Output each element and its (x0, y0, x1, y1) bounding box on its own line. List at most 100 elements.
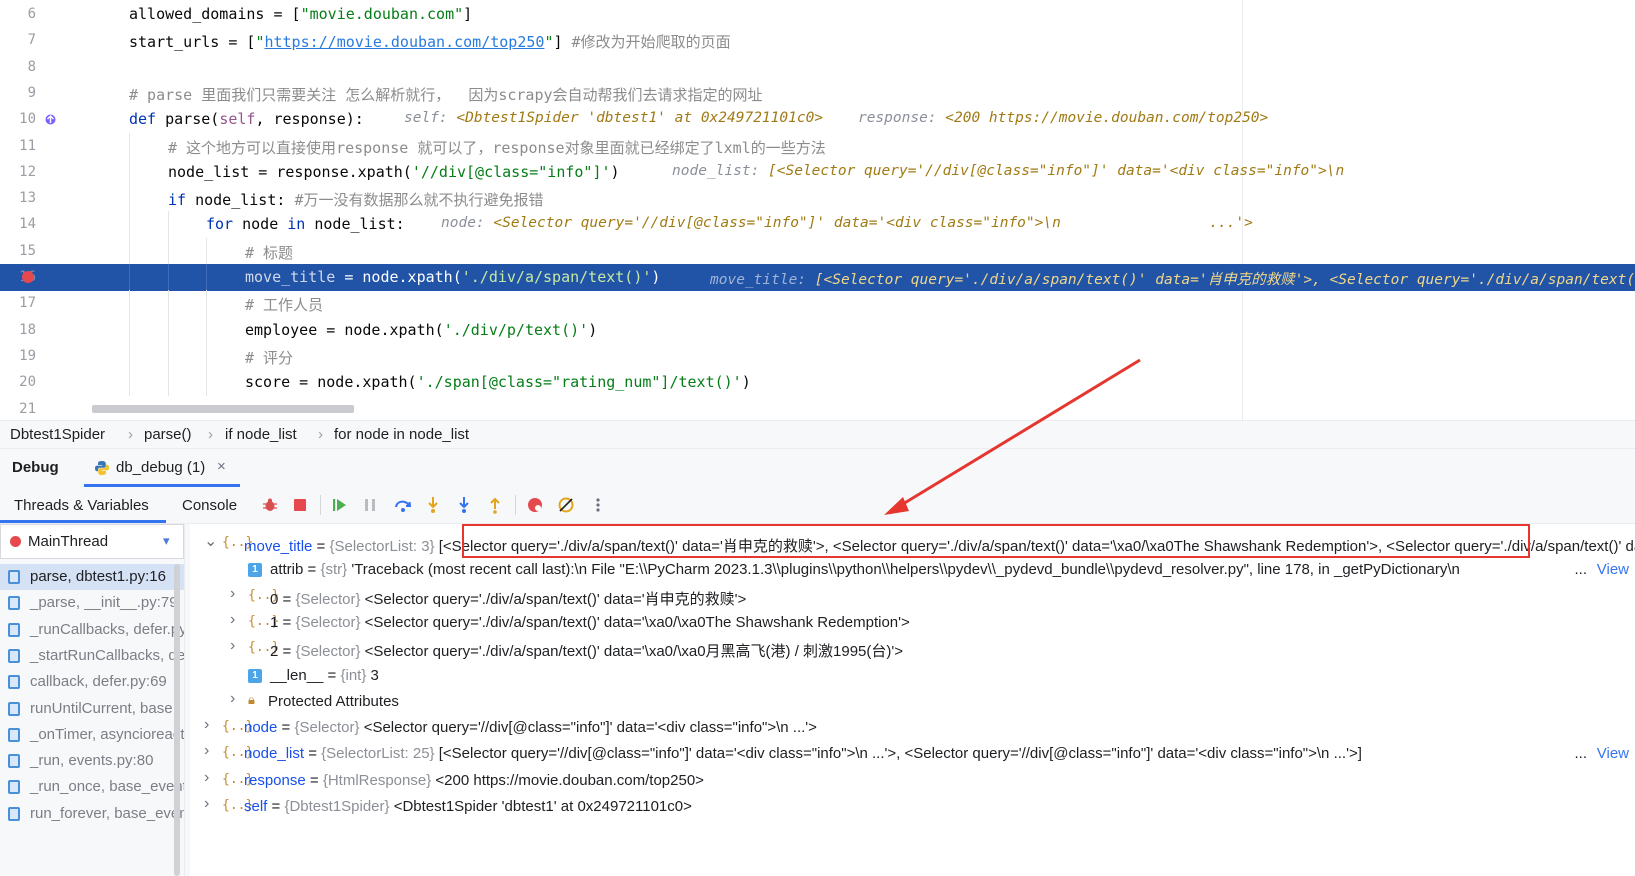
step-into-icon[interactable] (423, 495, 443, 515)
tab-console[interactable]: Console (182, 497, 237, 514)
stack-frame[interactable]: run_forever, base_events (0, 801, 184, 827)
tab-threads-variables[interactable]: Threads & Variables (14, 497, 149, 514)
breadcrumb-for[interactable]: for node in node_list (334, 426, 469, 443)
line-number[interactable]: 19 (0, 348, 36, 364)
close-icon[interactable]: × (217, 458, 226, 475)
resume-icon[interactable] (330, 495, 350, 515)
editor-horizontal-scrollbar[interactable] (92, 405, 354, 413)
code-line[interactable]: 10 def parse(self, response): self: <Dbtes… (0, 106, 1635, 133)
code-text[interactable]: # 评分 (245, 347, 293, 368)
override-method-icon[interactable] (44, 113, 57, 126)
variable-row[interactable]: › {..} node_list = {SelectorList: 25} [<Se… (190, 741, 1635, 767)
line-number[interactable]: 7 (0, 32, 36, 48)
code-editor[interactable]: 6 allowed_domains = ["movie.douban.com"] 7… (0, 0, 1635, 438)
chevron-right-icon[interactable]: › (230, 690, 235, 708)
code-line[interactable]: 6 allowed_domains = ["movie.douban.com"] (0, 1, 1635, 28)
code-text[interactable]: # 工作人员 (245, 294, 323, 315)
inline-debug-value[interactable]: move_title: [<Selector query='./div/a/sp… (710, 268, 1635, 289)
variable-row[interactable]: › 🔒︎ Protected Attributes (190, 689, 1635, 715)
line-number[interactable]: 20 (0, 374, 36, 390)
code-text[interactable]: start_urls = ["https://movie.douban.com/… (129, 31, 731, 52)
chevron-right-icon[interactable]: › (204, 769, 209, 787)
breadcrumb-method[interactable]: parse() (144, 426, 192, 443)
code-text[interactable]: if node_list: #万一没有数据那么就不执行避免报错 (168, 189, 543, 210)
inline-debug-value[interactable]: node_list: [<Selector query='//div[@clas… (672, 163, 1344, 179)
stack-frame[interactable]: _onTimer, asyncioreactor (0, 722, 184, 748)
code-line[interactable]: 18 employee = node.xpath('./div/p/text()'… (0, 316, 1635, 344)
line-number[interactable]: 14 (0, 216, 36, 232)
breadcrumb-if[interactable]: if node_list (225, 426, 297, 443)
inline-debug-value[interactable]: self: <Dbtest1Spider 'dbtest1' at 0x2497… (404, 110, 1268, 126)
stack-frame[interactable]: parse, dbtest1.py:16 (0, 564, 184, 590)
step-out-icon[interactable] (485, 495, 505, 515)
code-text[interactable]: # parse 里面我们只需要关注 怎么解析就行， 因为scrapy会自动帮我们… (129, 84, 763, 105)
chevron-right-icon[interactable]: › (204, 716, 209, 734)
variable-row[interactable]: › {..} 2 = {Selector} <Selector query='./d… (190, 636, 1635, 662)
code-line[interactable]: 7 start_urls = ["https://movie.douban.com… (0, 27, 1635, 54)
inline-debug-value[interactable]: node: <Selector query='//div[@class="inf… (441, 215, 1253, 231)
thread-selector[interactable]: MainThread ▾ (0, 524, 184, 559)
frames-scrollbar[interactable] (174, 564, 180, 876)
variable-row[interactable]: › {..} node = {Selector} <Selector query='… (190, 715, 1635, 741)
session-tab[interactable]: db_debug (1) × (84, 453, 240, 487)
variable-row[interactable]: › {..} self = {Dbtest1Spider} <Dbtest1Spid… (190, 794, 1635, 820)
view-link[interactable]: View (1592, 561, 1629, 579)
line-number[interactable]: 12 (0, 164, 36, 180)
mute-breakpoints-icon[interactable] (556, 495, 576, 515)
line-number[interactable]: 21 (0, 401, 36, 417)
step-over-icon[interactable] (393, 495, 413, 515)
code-line[interactable]: 13 if node_list: #万一没有数据那么就不执行避免报错 (0, 185, 1635, 213)
stack-frame[interactable]: _startRunCallbacks, defer (0, 643, 184, 669)
stack-frame[interactable]: _runCallbacks, defer.py: (0, 617, 184, 643)
variable-row[interactable]: 1 __len__ = {int} 3 (190, 663, 1635, 689)
rerun-debug-icon[interactable] (260, 495, 280, 515)
code-text[interactable]: node_list = response.xpath('//div[@class… (168, 163, 620, 181)
code-line[interactable]: 15 # 标题 (0, 237, 1635, 265)
stack-frame[interactable]: callback, defer.py:69 (0, 669, 184, 695)
line-number[interactable]: 18 (0, 322, 36, 338)
code-line[interactable]: 20 score = node.xpath('./span[@class="rat… (0, 369, 1635, 397)
line-number[interactable]: 9 (0, 85, 36, 101)
stop-icon[interactable] (290, 495, 310, 515)
code-text[interactable]: # 这个地方可以直接使用response 就可以了，response对象里面就已… (168, 137, 826, 158)
variable-row[interactable]: › {..} response = {HtmlResponse} <200 http… (190, 768, 1635, 794)
code-line[interactable]: 19 # 评分 (0, 342, 1635, 370)
breakpoint-icon[interactable] (22, 271, 34, 283)
code-line[interactable]: 16move_title = node.xpath('./div/a/span/… (0, 264, 1635, 291)
chevron-right-icon[interactable]: › (204, 795, 209, 813)
variable-row[interactable]: › {..} 0 = {Selector} <Selector query='./d… (190, 584, 1635, 610)
code-line[interactable]: 9 # parse 里面我们只需要关注 怎么解析就行， 因为scrapy会自动帮我… (0, 80, 1635, 107)
chevron-right-icon[interactable]: › (230, 611, 235, 629)
stack-frame[interactable]: runUntilCurrent, base. (0, 696, 184, 722)
code-text[interactable]: # 标题 (245, 242, 293, 263)
stack-frame[interactable]: _run_once, base_events (0, 774, 184, 800)
code-line[interactable]: 12 node_list = response.xpath('//div[@cla… (0, 158, 1635, 186)
line-number[interactable]: 10 (0, 111, 36, 127)
line-number[interactable]: 13 (0, 190, 36, 206)
variable-row[interactable]: 1 attrib = {str} 'Traceback (most recent … (190, 557, 1635, 583)
code-text[interactable]: score = node.xpath('./span[@class="ratin… (245, 373, 751, 391)
more-options-icon[interactable] (588, 495, 608, 515)
chevron-right-icon[interactable]: › (204, 742, 209, 760)
code-line[interactable]: 11 # 这个地方可以直接使用response 就可以了，response对象里面… (0, 132, 1635, 160)
code-line[interactable]: 17 # 工作人员 (0, 290, 1635, 318)
code-text[interactable]: allowed_domains = ["movie.douban.com"] (129, 5, 472, 23)
code-text[interactable]: employee = node.xpath('./div/p/text()') (245, 321, 597, 339)
line-number[interactable]: 15 (0, 243, 36, 259)
code-line[interactable]: 8 (0, 54, 1635, 81)
chevron-right-icon[interactable]: › (230, 585, 235, 603)
step-into-my-code-icon[interactable] (454, 495, 474, 515)
code-line[interactable]: 14 for node in node_list: node: <Selector … (0, 211, 1635, 239)
stack-frame[interactable]: _parse, __init__.py:79 (0, 590, 184, 616)
variable-row[interactable]: › {..} 1 = {Selector} <Selector query='./d… (190, 610, 1635, 636)
code-text[interactable]: def parse(self, response): (129, 110, 364, 128)
stack-frame[interactable]: _run, events.py:80 (0, 748, 184, 774)
chevron-down-icon[interactable]: ⌄ (204, 531, 217, 551)
code-text[interactable]: move_title = node.xpath('./div/a/span/te… (245, 268, 660, 286)
line-number[interactable]: 11 (0, 138, 36, 154)
view-breakpoints-icon[interactable] (525, 495, 545, 515)
breadcrumb-class[interactable]: Dbtest1Spider (10, 426, 105, 443)
line-number[interactable]: 8 (0, 59, 36, 75)
pause-icon[interactable] (360, 495, 380, 515)
view-link[interactable]: View (1592, 745, 1629, 763)
